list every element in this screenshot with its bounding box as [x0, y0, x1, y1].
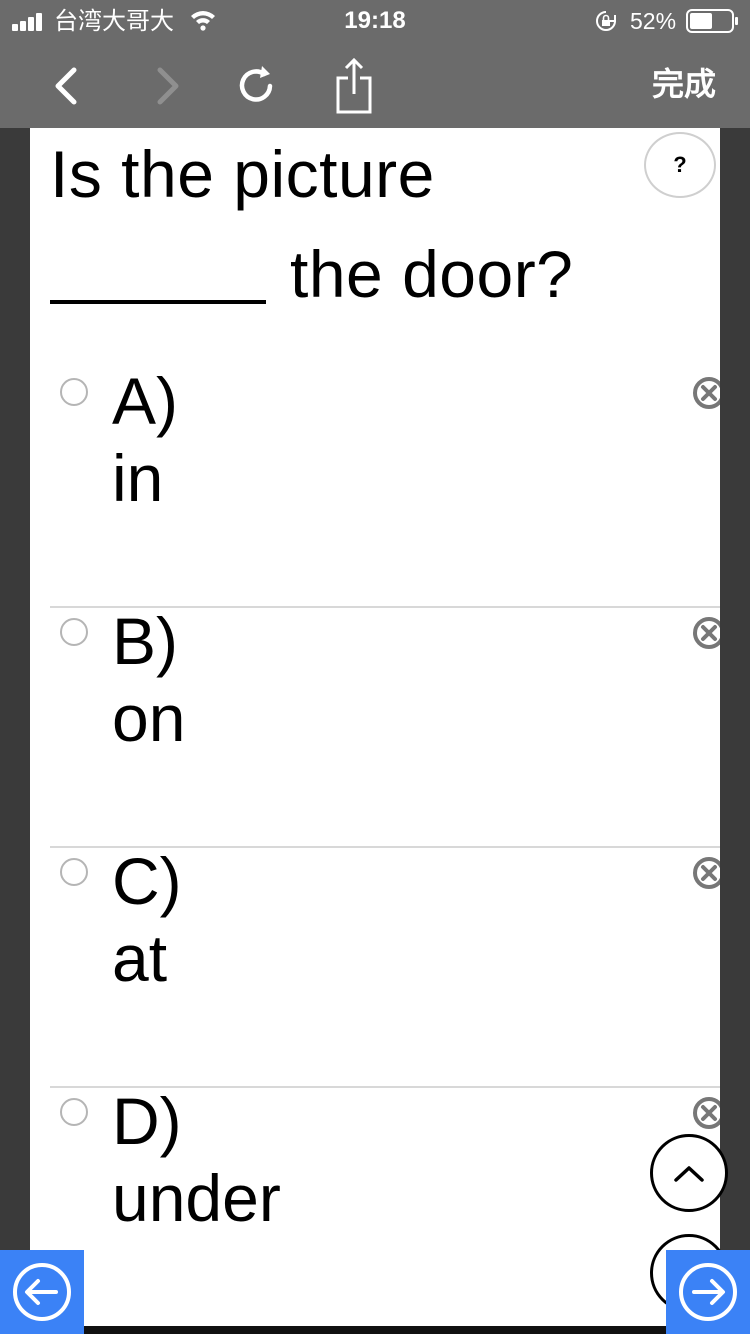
- left-gutter: [0, 128, 30, 1334]
- close-circle-icon[interactable]: [692, 616, 720, 650]
- option-d[interactable]: D) under: [50, 1084, 720, 1328]
- question-text-line2: the door?: [290, 237, 574, 311]
- option-text: in: [112, 441, 164, 515]
- close-circle-icon[interactable]: [692, 376, 720, 410]
- reload-button[interactable]: [226, 56, 286, 116]
- close-circle-icon[interactable]: [692, 856, 720, 890]
- radio-button[interactable]: [60, 618, 88, 646]
- option-letter: B): [112, 604, 178, 678]
- arrow-right-circle-icon: [679, 1263, 737, 1321]
- option-a[interactable]: A) in: [50, 364, 720, 608]
- radio-button[interactable]: [60, 858, 88, 886]
- option-text: at: [112, 921, 168, 995]
- option-letter: A): [112, 364, 178, 438]
- option-letter: C): [112, 844, 182, 918]
- answer-blank: [50, 300, 266, 304]
- radio-button[interactable]: [60, 1098, 88, 1126]
- battery-percent: 52%: [630, 8, 677, 34]
- back-button[interactable]: [34, 56, 94, 116]
- option-c[interactable]: C) at: [50, 844, 720, 1088]
- chevron-up-icon: [674, 1166, 704, 1182]
- help-button[interactable]: ?: [644, 132, 716, 198]
- previous-question-button[interactable]: [0, 1250, 84, 1334]
- browser-toolbar: 完成: [0, 42, 750, 128]
- close-circle-icon[interactable]: [692, 1096, 720, 1130]
- quiz-page: Is the picture the door? ? A) in B) on C…: [30, 128, 720, 1334]
- scroll-to-top-button[interactable]: [650, 1134, 728, 1212]
- status-bar: 台湾大哥大 19:18 52%: [0, 0, 750, 42]
- option-text: on: [112, 681, 186, 755]
- share-button[interactable]: [324, 56, 384, 116]
- bottom-edge: [84, 1326, 666, 1334]
- forward-button[interactable]: [138, 56, 198, 116]
- browser-chrome: 台湾大哥大 19:18 52% 完成: [0, 0, 750, 128]
- next-question-button[interactable]: [666, 1250, 750, 1334]
- arrow-left-circle-icon: [13, 1263, 71, 1321]
- question-text-line1: Is the picture: [50, 137, 435, 211]
- battery-icon: [686, 9, 738, 33]
- radio-button[interactable]: [60, 378, 88, 406]
- rotation-lock-icon: [596, 11, 616, 31]
- option-text: under: [112, 1161, 281, 1235]
- option-b[interactable]: B) on: [50, 604, 720, 848]
- option-letter: D): [112, 1084, 182, 1158]
- done-button[interactable]: 完成: [652, 64, 716, 104]
